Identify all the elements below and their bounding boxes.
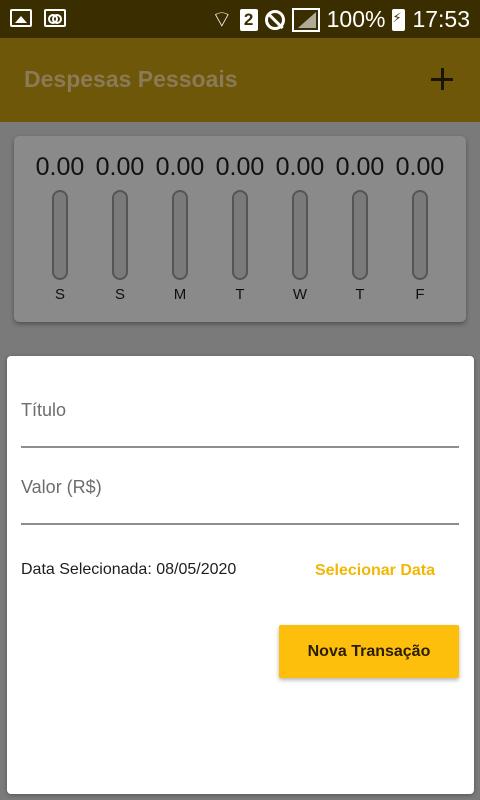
chart-bar-day-label: F — [415, 286, 425, 303]
wifi-icon: ⌔ — [210, 6, 233, 32]
chart-bar-amount: 0.00 — [215, 153, 265, 181]
add-transaction-button[interactable] — [422, 60, 462, 100]
app-bar: Despesas Pessoais — [0, 38, 480, 122]
value-field[interactable]: Valor (R$) — [21, 477, 459, 525]
chart-bar-amount: 0.00 — [155, 153, 205, 181]
chart-bar-column: 0.00 W — [270, 150, 330, 303]
do-not-disturb-icon — [264, 9, 285, 30]
chart-bar-day-label: M — [173, 286, 187, 303]
title-field[interactable]: Título — [21, 400, 459, 448]
chart-bar-track — [232, 190, 248, 280]
title-field-underline — [21, 446, 459, 448]
new-transaction-sheet: Título Valor (R$) Data Selecionada: 08/0… — [7, 356, 474, 794]
date-row: Data Selecionada: 08/05/2020 Selecionar … — [21, 561, 459, 579]
chart-bar-day-label: S — [54, 286, 65, 303]
chart-bar-amount: 0.00 — [335, 153, 385, 181]
chart-bar-column: 0.00 M — [150, 150, 210, 303]
sim-badge: 2 — [239, 8, 258, 31]
weekly-chart: 0.00 S 0.00 S 0.00 M 0.00 T 0.00 W 0.00 T 0.00 F — [14, 136, 466, 322]
image-notification-icon — [10, 9, 32, 27]
chart-bar-amount: 0.00 — [395, 153, 445, 181]
clock: 17:53 — [412, 6, 470, 32]
chart-bar-track — [352, 190, 368, 280]
chart-bar-track — [52, 190, 68, 280]
chart-bar-track — [172, 190, 188, 280]
chart-bar-column: 0.00 T — [330, 150, 390, 303]
chart-bar-day-label: S — [114, 286, 125, 303]
chart-bar-track — [412, 190, 428, 280]
title-field-label: Título — [21, 400, 67, 420]
chart-bar-column: 0.00 S — [90, 150, 150, 303]
chart-bar-day-label: T — [355, 286, 365, 303]
value-field-label: Valor (R$) — [21, 477, 102, 497]
new-transaction-button[interactable]: Nova Transação — [279, 625, 459, 678]
chart-bar-column: 0.00 S — [30, 150, 90, 303]
chart-bar-column: 0.00 F — [390, 150, 450, 303]
voicemail-icon — [44, 9, 66, 27]
app-title: Despesas Pessoais — [24, 66, 238, 92]
status-bar: ⌔ 2 100% 17:53 — [0, 0, 480, 38]
chart-bar-day-label: T — [235, 286, 245, 303]
select-date-button[interactable]: Selecionar Data — [315, 562, 435, 580]
selected-date-text: Data Selecionada: 08/05/2020 — [21, 561, 237, 578]
chart-bar-day-label: W — [292, 286, 308, 303]
value-field-underline — [21, 523, 459, 525]
battery-charging-icon — [392, 8, 406, 31]
chart-bar-column: 0.00 T — [210, 150, 270, 303]
chart-bar-track — [292, 190, 308, 280]
chart-bar-amount: 0.00 — [275, 153, 325, 181]
signal-icon — [291, 7, 320, 32]
battery-percent: 100% — [326, 6, 386, 32]
chart-bar-amount: 0.00 — [95, 153, 145, 181]
chart-bar-amount: 0.00 — [35, 153, 85, 181]
chart-bar-track — [112, 190, 128, 280]
weekly-chart-card: 0.00 S 0.00 S 0.00 M 0.00 T 0.00 W 0.00 T 0.00 F — [14, 136, 466, 322]
